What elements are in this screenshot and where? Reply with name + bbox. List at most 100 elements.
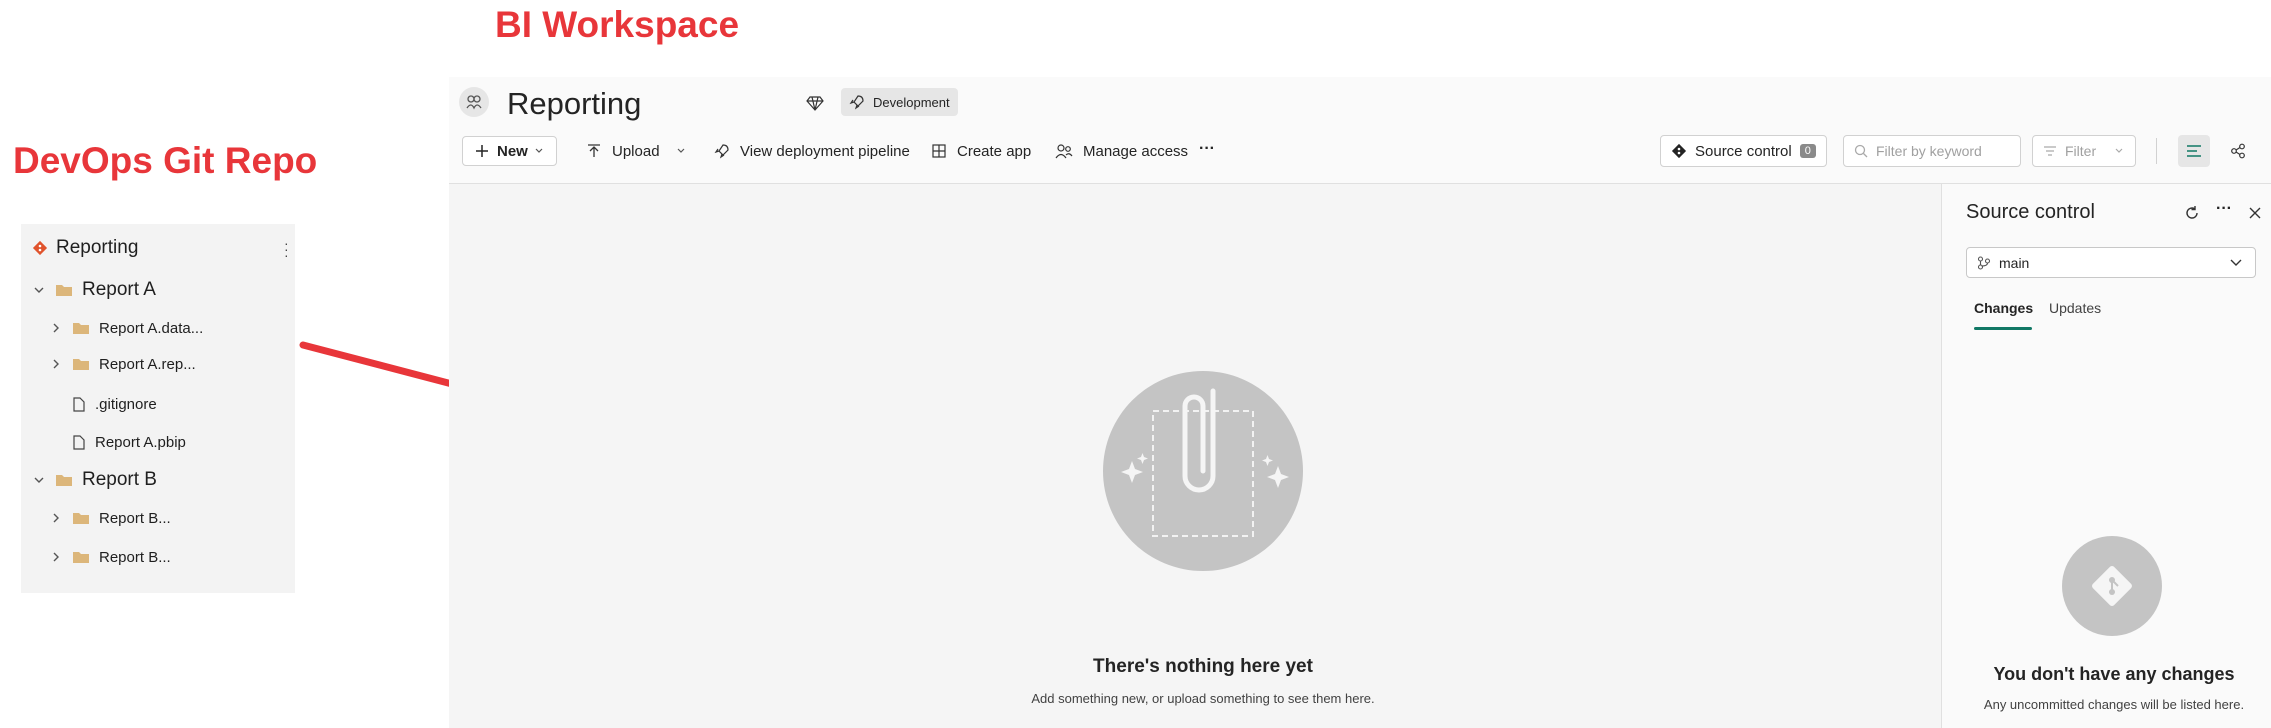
no-changes-subtitle: Any uncommitted changes will be listed h… — [1983, 697, 2245, 712]
environment-badge[interactable]: Development — [841, 88, 958, 116]
environment-label: Development — [873, 94, 950, 110]
tree-item-label: Report A.data... — [99, 319, 204, 337]
filter-lines-icon — [2044, 146, 2056, 156]
folder-icon — [73, 552, 89, 563]
git-logo-icon — [2092, 566, 2132, 606]
git-repo-tree: Reporting · · · Report A Report A.data... … — [21, 224, 295, 593]
list-view-button[interactable] — [2178, 135, 2210, 167]
new-button-label: New — [497, 142, 528, 160]
file-icon — [73, 434, 85, 450]
tree-folder-report-a[interactable]: Report A — [32, 274, 156, 306]
changes-count-badge: 0 — [1799, 144, 1816, 158]
more-options-icon[interactable]: ··· — [1199, 134, 1215, 164]
chevron-down-icon — [2230, 259, 2242, 266]
tree-item-label: Report B... — [99, 509, 171, 527]
active-tab-indicator — [1974, 327, 2032, 330]
view-deployment-pipeline-button[interactable]: View deployment pipeline — [714, 136, 910, 166]
chevron-down-icon — [34, 287, 44, 293]
filter-button[interactable]: Filter — [2032, 135, 2136, 167]
tab-updates[interactable]: Updates — [2049, 300, 2101, 316]
app-grid-icon — [932, 144, 946, 158]
folder-icon — [56, 285, 72, 296]
folder-icon — [56, 475, 72, 486]
tree-item-label: .gitignore — [95, 395, 157, 413]
empty-state-illustration — [1103, 371, 1303, 571]
empty-state-title: There's nothing here yet — [1093, 656, 1313, 677]
workspace-title: Reporting — [507, 86, 642, 121]
list-view-icon — [2187, 145, 2201, 157]
bi-workspace-annotation: BI Workspace — [495, 4, 740, 45]
source-control-label: Source control — [1695, 142, 1792, 160]
folder-icon — [73, 359, 89, 370]
workspace-icon — [459, 87, 489, 117]
more-options-icon[interactable]: ··· — [2216, 200, 2232, 218]
source-control-title: Source control — [1966, 201, 2095, 223]
chevron-right-icon — [53, 513, 59, 523]
source-control-button[interactable]: Source control 0 — [1660, 135, 1827, 167]
tree-item-label: Report B — [82, 469, 157, 490]
repo-root-label: Reporting — [56, 237, 139, 258]
chevron-right-icon — [53, 323, 59, 333]
no-changes-illustration — [2062, 536, 2162, 636]
paperclip-icon — [1121, 388, 1289, 537]
source-control-panel: Source control ··· main Changes Updates … — [1941, 184, 2271, 728]
plus-icon — [476, 145, 488, 157]
new-button[interactable]: New — [462, 136, 557, 166]
tree-file-gitignore[interactable]: .gitignore — [73, 388, 157, 420]
chevron-down-icon — [34, 477, 44, 483]
toolbar-divider — [2156, 138, 2157, 164]
rocket-icon — [849, 95, 864, 110]
workspace-header: Reporting Development New Upload View de… — [449, 77, 2271, 184]
folder-icon — [73, 513, 89, 524]
tree-item-label: Report B... — [99, 548, 171, 566]
branch-icon — [1977, 255, 1991, 270]
refresh-icon[interactable] — [2184, 205, 2200, 221]
git-logo-icon — [1671, 143, 1687, 159]
folder-icon — [73, 323, 89, 334]
premium-diamond-icon — [806, 96, 824, 111]
close-icon[interactable] — [2248, 206, 2262, 220]
branch-name: main — [1999, 254, 2030, 271]
chevron-down-icon — [677, 148, 684, 153]
tree-folder-report-b[interactable]: Report B — [32, 464, 157, 496]
tree-folder-report-a-dataset[interactable]: Report A.data... — [49, 312, 203, 344]
chevron-right-icon — [53, 359, 59, 369]
bi-workspace: Reporting Development New Upload View de… — [449, 77, 2271, 728]
create-app-label: Create app — [957, 142, 1032, 160]
tree-item-label: Report A — [82, 279, 156, 300]
empty-state-subtitle: Add something new, or upload something t… — [1031, 691, 1375, 706]
tree-folder-report-b-2[interactable]: Report B... — [49, 541, 171, 573]
tree-item-label: Report A.rep... — [99, 355, 196, 373]
tree-item-label: Report A.pbip — [95, 433, 186, 451]
filter-button-label: Filter — [2065, 143, 2097, 159]
rocket-icon — [714, 144, 729, 159]
people-icon — [1055, 144, 1073, 159]
upload-button[interactable]: Upload — [586, 136, 686, 166]
chevron-down-icon — [535, 148, 543, 153]
manage-access-label: Manage access — [1083, 142, 1189, 160]
lineage-view-button[interactable] — [2222, 135, 2254, 167]
tree-folder-report-a-report[interactable]: Report A.rep... — [49, 348, 196, 380]
tree-folder-report-b-1[interactable]: Report B... — [49, 502, 171, 534]
branch-selector[interactable]: main — [1966, 247, 2256, 278]
filter-placeholder: Filter by keyword — [1876, 143, 1982, 159]
repo-more-icon[interactable]: · · · — [284, 236, 289, 262]
search-icon — [1854, 144, 1868, 158]
no-changes-title: You don't have any changes — [1993, 664, 2235, 684]
create-app-button[interactable]: Create app — [931, 136, 1031, 166]
workspace-content: There's nothing here yet Add something n… — [449, 184, 1941, 728]
upload-label: Upload — [612, 142, 660, 160]
tree-file-report-a-pbip[interactable]: Report A.pbip — [73, 426, 186, 458]
chevron-down-icon — [2115, 148, 2123, 153]
file-icon — [73, 396, 85, 412]
pipeline-label: View deployment pipeline — [740, 142, 910, 160]
chevron-right-icon — [53, 552, 59, 562]
git-logo-icon — [32, 240, 48, 256]
repo-root-item[interactable]: Reporting — [32, 232, 138, 264]
manage-access-button[interactable]: Manage access — [1055, 136, 1188, 166]
lineage-icon — [2231, 143, 2245, 159]
filter-keyword-input[interactable]: Filter by keyword — [1843, 135, 2021, 167]
upload-icon — [588, 144, 600, 157]
tab-changes[interactable]: Changes — [1974, 300, 2033, 316]
devops-git-repo-annotation: DevOps Git Repo — [13, 140, 318, 181]
